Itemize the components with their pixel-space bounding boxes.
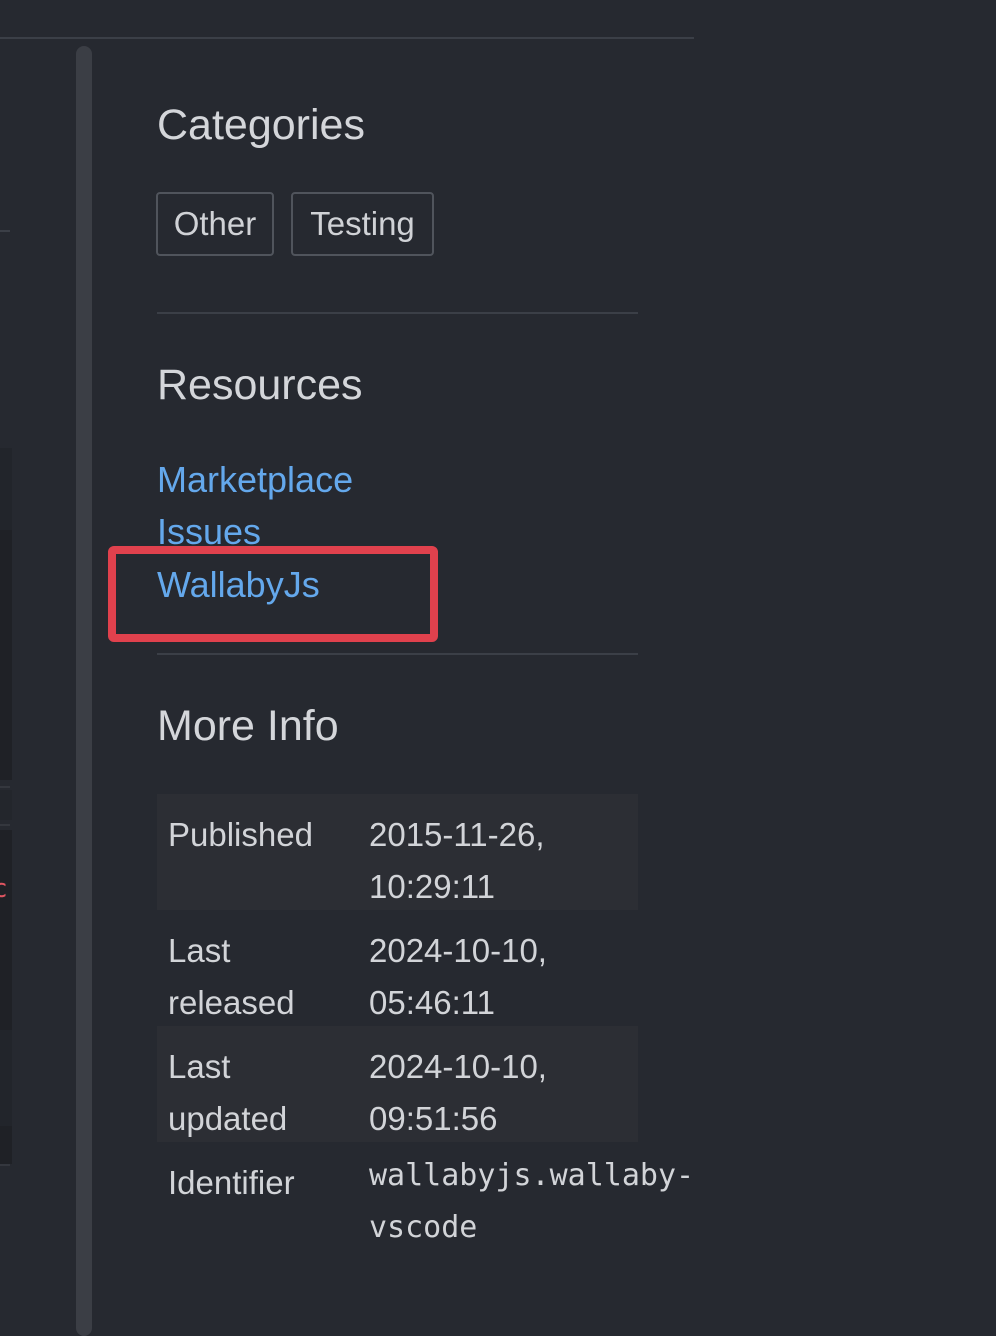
- info-value-line: 2024-10-10,: [369, 1048, 547, 1085]
- info-value-line: 05:46:11: [369, 984, 496, 1021]
- clipped-editor-text: c: [0, 876, 8, 902]
- info-value-line: 10:29:11: [369, 868, 496, 905]
- info-label-line: Last: [168, 932, 231, 969]
- info-label-line: Last: [168, 1048, 231, 1085]
- info-label-line: updated: [168, 1100, 288, 1137]
- category-tag-testing[interactable]: Testing: [291, 192, 434, 256]
- info-label: Published: [168, 809, 348, 861]
- info-value-line: vscode: [369, 1210, 478, 1245]
- info-label-line: Identifier: [168, 1164, 295, 1201]
- info-value-line: 2015-11-26,: [369, 816, 545, 853]
- marketplace-link[interactable]: Marketplace: [157, 462, 353, 498]
- info-label: Last updated: [168, 1041, 348, 1145]
- category-tag-other[interactable]: Other: [156, 192, 274, 256]
- left-editor-strip: [0, 830, 12, 1030]
- left-editor-separator: [0, 1164, 10, 1166]
- info-value-identifier: wallabyjs.wallaby- vscode: [369, 1150, 709, 1254]
- info-row-last-updated: Last updated 2024-10-10, 09:51:56: [157, 1026, 638, 1142]
- left-editor-separator: [0, 824, 10, 826]
- issues-link[interactable]: Issues: [157, 514, 261, 550]
- info-value: 2015-11-26, 10:29:11: [369, 809, 669, 913]
- top-border-divider: [0, 37, 694, 39]
- info-value: 2024-10-10, 05:46:11: [369, 925, 669, 1029]
- left-editor-separator: [0, 786, 10, 788]
- info-row-published: Published 2015-11-26, 10:29:11: [157, 794, 638, 910]
- vertical-scrollbar[interactable]: [76, 46, 92, 1336]
- left-editor-strip: [0, 530, 12, 780]
- categories-heading: Categories: [157, 101, 365, 149]
- info-row-last-released: Last released 2024-10-10, 05:46:11: [157, 910, 638, 1026]
- extension-details-panel: c Categories Other Testing Resources Mar…: [0, 0, 996, 1336]
- left-editor-strip: [0, 1126, 12, 1164]
- section-divider: [157, 312, 638, 314]
- left-editor-strip: [0, 448, 12, 530]
- resources-heading: Resources: [157, 361, 363, 409]
- info-value-line: 2024-10-10,: [369, 932, 547, 969]
- info-label-line: released: [168, 984, 295, 1021]
- info-label-line: Published: [168, 816, 313, 853]
- info-value: 2024-10-10, 09:51:56: [369, 1041, 669, 1145]
- info-row-identifier: Identifier wallabyjs.wallaby- vscode: [157, 1142, 694, 1258]
- info-value-line: 09:51:56: [369, 1100, 498, 1137]
- section-divider: [157, 653, 638, 655]
- info-value-line: wallabyjs.wallaby-: [369, 1158, 695, 1193]
- left-editor-strip: [0, 790, 12, 820]
- left-divider-stub: [0, 230, 10, 232]
- left-editor-strip: [0, 1030, 12, 1126]
- more-info-heading: More Info: [157, 702, 339, 750]
- info-label: Last released: [168, 925, 348, 1029]
- wallabyjs-link[interactable]: WallabyJs: [157, 567, 320, 603]
- info-label: Identifier: [168, 1157, 348, 1209]
